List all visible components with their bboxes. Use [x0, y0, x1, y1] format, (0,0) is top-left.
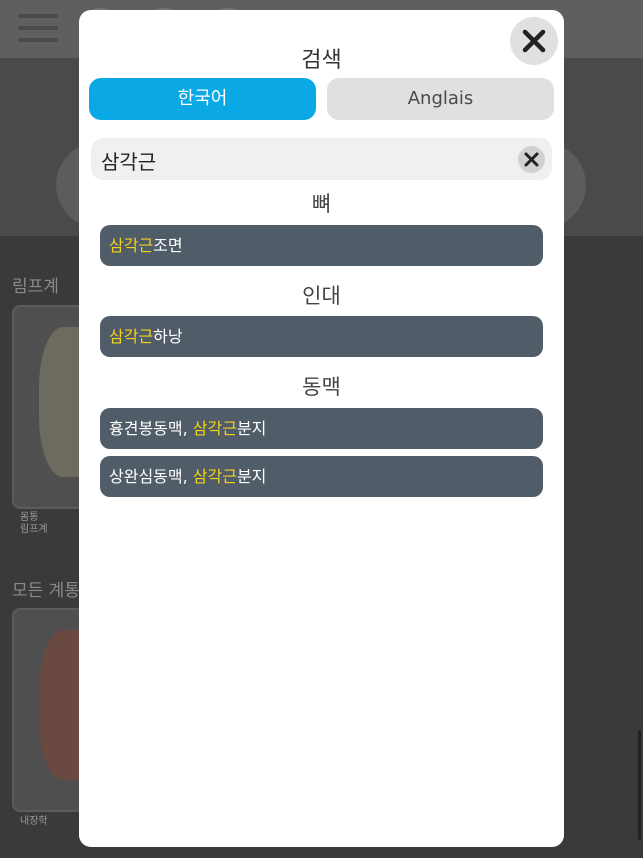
section-header-ligament: 인대: [302, 284, 341, 308]
result-label: 흉견봉동맥, 삼각근분지: [109, 419, 267, 438]
background-card-caption: 몸통 림프계: [20, 512, 48, 535]
background-card-caption: 내장학: [20, 816, 48, 827]
tab-korean[interactable]: 한국어: [89, 78, 316, 120]
modal-title: 검색: [301, 48, 342, 73]
close-button[interactable]: [510, 17, 558, 65]
result-label: 상완심동맥, 삼각근분지: [109, 467, 267, 486]
search-input[interactable]: [99, 138, 513, 182]
tab-english[interactable]: Anglais: [327, 78, 554, 120]
match-highlight: 삼각근: [109, 236, 154, 255]
section-header-bone: 뼈: [311, 192, 332, 216]
match-highlight: 삼각근: [109, 327, 154, 346]
result-row[interactable]: 흉견봉동맥, 삼각근분지: [100, 408, 543, 449]
result-row[interactable]: 삼각근조면: [100, 225, 543, 266]
background-card-lymph: [12, 305, 86, 509]
section-header-artery: 동맥: [302, 375, 341, 399]
clear-search-button[interactable]: [518, 146, 545, 173]
menu-icon: [18, 14, 58, 42]
background-scrollbar: [638, 730, 641, 840]
clear-icon: [524, 152, 539, 167]
search-modal: 검색 한국어 Anglais 뼈 삼각근조면 인대 삼각근하낭 동맥 흉견봉동맥…: [79, 10, 564, 847]
result-label: 삼각근조면: [109, 236, 183, 255]
match-highlight: 삼각근: [192, 467, 237, 486]
background-section-all: 모든 계통: [12, 581, 80, 601]
result-row[interactable]: 상완심동맥, 삼각근분지: [100, 456, 543, 497]
match-highlight: 삼각근: [192, 419, 237, 438]
result-label: 삼각근하낭: [109, 327, 183, 346]
result-row[interactable]: 삼각근하낭: [100, 316, 543, 357]
close-icon: [522, 29, 546, 53]
background-section-lymph: 림프계: [12, 277, 59, 297]
background-card-all: [12, 608, 86, 812]
search-field: [91, 138, 552, 182]
